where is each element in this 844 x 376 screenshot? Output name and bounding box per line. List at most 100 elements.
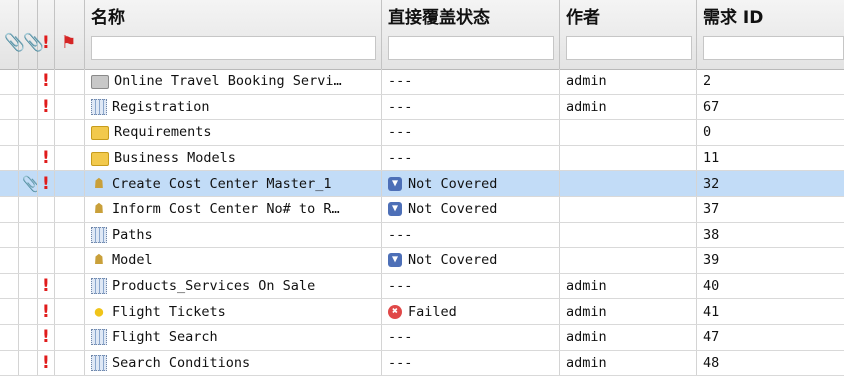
- col-attachment-header[interactable]: 📎: [0, 0, 25, 69]
- name-cell: Flight Search: [85, 325, 382, 350]
- coverage-cell: ▼ Not Covered: [382, 171, 560, 196]
- id-filter-input[interactable]: [703, 36, 844, 60]
- coverage-cell: ---: [382, 69, 560, 94]
- name-cell: ☗ Model: [85, 248, 382, 273]
- name-filter-input[interactable]: [91, 36, 376, 60]
- exclamation-icon: !: [42, 71, 50, 92]
- table-row[interactable]: ! Search Conditions --- admin 48: [0, 350, 844, 376]
- coverage-status: Failed: [408, 303, 457, 320]
- name-cell: Products_Services On Sale: [85, 273, 382, 299]
- name-cell: Requirements: [85, 120, 382, 145]
- requirement-name: Products_Services On Sale: [112, 278, 316, 295]
- col-flag-header[interactable]: ⚑: [55, 0, 85, 69]
- table-row[interactable]: 📎! ☗ Create Cost Center Master_1 ▼ Not Cover…: [0, 171, 844, 197]
- attachment-cell: [0, 325, 19, 350]
- req-id-cell: 47: [697, 325, 844, 350]
- req-id-cell: 38: [697, 223, 844, 248]
- priority-cell: !: [38, 299, 55, 324]
- table-row[interactable]: ☗ Model ▼ Not Covered 39: [0, 248, 844, 274]
- req-id-cell: 67: [697, 95, 844, 120]
- coverage-cell: ---: [382, 145, 560, 171]
- author-filter-input[interactable]: [566, 36, 692, 60]
- flag-cell: [55, 197, 85, 222]
- author-cell: admin: [560, 69, 697, 94]
- business-model-icon: ☗: [94, 175, 104, 192]
- coverage-cell: ---: [382, 94, 560, 120]
- flag-cell: [55, 145, 85, 171]
- req-id-cell: 2: [697, 69, 844, 94]
- coverage-status: ---: [388, 329, 413, 346]
- requirement-icon: [91, 98, 107, 115]
- table-row[interactable]: Requirements --- 0: [0, 120, 844, 146]
- priority-cell: !: [38, 171, 55, 196]
- priority-cell: !: [38, 325, 55, 350]
- author-value: admin: [566, 98, 607, 115]
- coverage-status: Not Covered: [408, 175, 498, 192]
- requirement-icon: [91, 354, 107, 371]
- col-priority-header[interactable]: !: [38, 0, 55, 69]
- req-id-value: 48: [703, 354, 720, 371]
- col-attachment2-header[interactable]: 📎: [19, 0, 44, 69]
- attachment-cell-2: [19, 197, 38, 222]
- req-id-value: 67: [703, 98, 720, 115]
- author-cell: [560, 145, 697, 171]
- folder-icon: [91, 126, 109, 141]
- requirement-name: Model: [112, 252, 153, 269]
- attachment-cell: [0, 94, 19, 120]
- table-row[interactable]: ! Products_Services On Sale --- admin 40: [0, 273, 844, 300]
- coverage-status: Not Covered: [408, 201, 498, 218]
- requirement-icon: [91, 278, 107, 295]
- table-row[interactable]: ! Flight Search --- admin 47: [0, 325, 844, 351]
- col-name-header[interactable]: 名称: [85, 0, 382, 69]
- coverage-filter-input[interactable]: [388, 36, 554, 60]
- priority-cell: !: [38, 273, 55, 299]
- paperclip-icon: 📎: [19, 175, 37, 193]
- business-model-icon: ☗: [94, 201, 104, 218]
- exclamation-icon: !: [42, 33, 50, 53]
- attachment-cell: [0, 248, 19, 273]
- col-id-header[interactable]: 需求 ID: [697, 0, 844, 69]
- requirement-name: Search Conditions: [112, 354, 251, 371]
- folder-icon: [91, 75, 109, 90]
- requirement-name: Paths: [112, 226, 153, 243]
- coverage-status: ---: [388, 226, 413, 243]
- flag-cell: [55, 299, 85, 324]
- attachment-cell-2: [19, 94, 38, 120]
- table-row[interactable]: ! Business Models --- 11: [0, 145, 844, 172]
- coverage-cell: ▼ Not Covered: [382, 248, 560, 273]
- flag-icon: ⚑: [61, 33, 77, 53]
- coverage-status: ---: [388, 73, 413, 90]
- attachment-cell: [0, 222, 19, 248]
- attachment-cell-2: [19, 325, 38, 350]
- req-id-value: 32: [703, 175, 720, 192]
- col-author-title: 作者: [566, 8, 600, 28]
- table-row[interactable]: ! ● Flight Tickets ✖ Failed admin 41: [0, 299, 844, 325]
- col-coverage-header[interactable]: 直接覆盖状态: [382, 0, 560, 69]
- table-row[interactable]: ☗ Inform Cost Center No# to R… ▼ Not Covere…: [0, 197, 844, 223]
- attachment-cell-2: [19, 299, 38, 324]
- req-id-value: 40: [703, 278, 720, 295]
- requirements-grid: 📎 📎 ! ⚑ 名称 直接覆盖状态 作者 需求 ID ! Online Trave…: [0, 0, 844, 376]
- author-cell: admin: [560, 325, 697, 350]
- table-row[interactable]: Paths --- 38: [0, 222, 844, 249]
- folder-icon: [91, 152, 109, 167]
- author-cell: [560, 197, 697, 222]
- attachment-cell: [0, 120, 19, 145]
- attachment-cell: [0, 273, 19, 299]
- name-cell: Business Models: [85, 145, 382, 171]
- priority-cell: !: [38, 69, 55, 94]
- name-cell: Registration: [85, 94, 382, 120]
- requirement-name: Create Cost Center Master_1: [112, 175, 332, 192]
- author-cell: [560, 120, 697, 145]
- coverage-cell: ---: [382, 350, 560, 376]
- author-value: admin: [566, 329, 607, 346]
- requirement-icon: [91, 226, 107, 243]
- col-coverage-title: 直接覆盖状态: [388, 8, 490, 28]
- attachment-cell: [0, 299, 19, 324]
- coverage-status: ---: [388, 150, 413, 167]
- table-row[interactable]: ! Registration --- admin 67: [0, 94, 844, 121]
- author-cell: [560, 222, 697, 248]
- col-author-header[interactable]: 作者: [560, 0, 697, 69]
- table-row[interactable]: ! Online Travel Booking Servi… --- admin 2: [0, 69, 844, 95]
- flag-cell: [55, 248, 85, 273]
